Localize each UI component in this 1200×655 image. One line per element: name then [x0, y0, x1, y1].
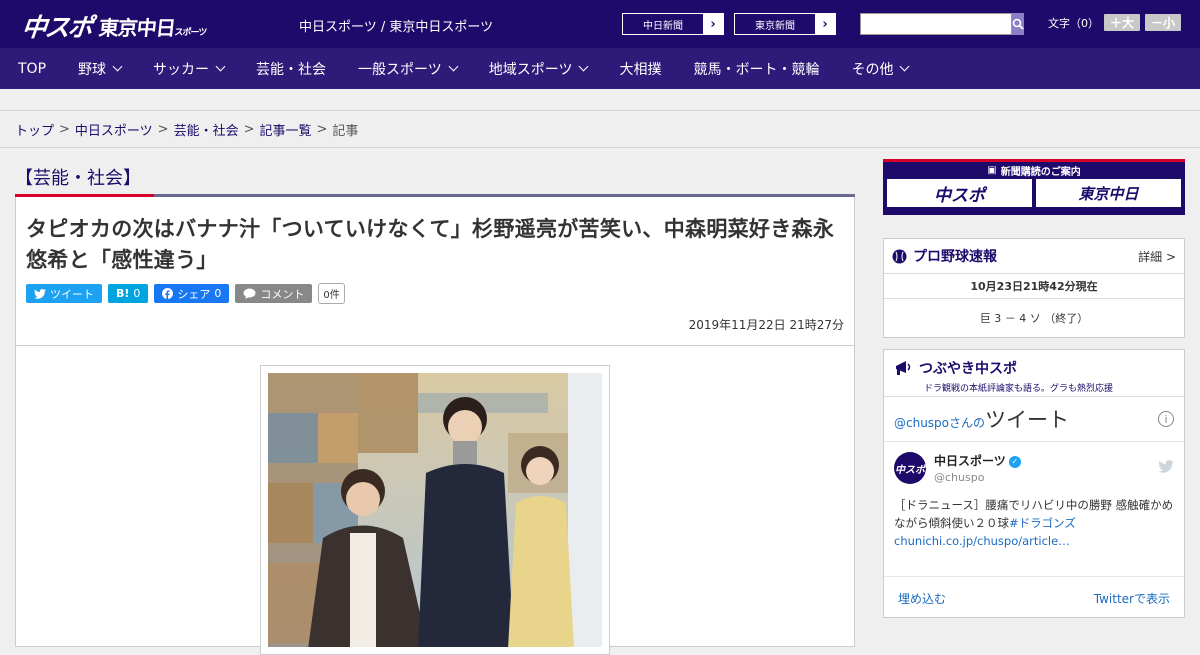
chevron-down-icon [448, 61, 459, 72]
breadcrumb-article-list[interactable]: 記事一覧 [260, 120, 312, 139]
tweet-button[interactable]: ツイート [26, 284, 102, 303]
comment-button[interactable]: コメント [235, 284, 313, 303]
subscription-logos: 中スポ 東京中日 [883, 179, 1185, 207]
subscription-head: ▣ 新聞購読のご案内 [987, 165, 1081, 178]
breadcrumb: トップ > 中日スポーツ > 芸能・社会 > 記事一覧 > 記事 [0, 111, 1200, 148]
tsubuyaki-title: つぶやき中スポ [919, 361, 1017, 377]
nav-item-local-sports[interactable]: 地域スポーツ [489, 59, 589, 79]
chevron-right-icon: › [703, 14, 723, 34]
site-logo[interactable]: 中スポ 東京中日スポーツ [20, 8, 207, 44]
embed-title: ツイート [985, 408, 1070, 432]
search-icon [1012, 18, 1024, 30]
nav-item-entertainment[interactable]: 芸能・社会 [256, 59, 326, 79]
nav-item-baseball[interactable]: 野球 [78, 59, 123, 79]
baseball-score[interactable]: 巨 3 － 4 ソ （終了） [884, 299, 1184, 337]
sidebar: ▣ 新聞購読のご案内 中スポ 東京中日 プロ野球速報 詳細 > 10月23日21… [883, 159, 1185, 618]
embed-link[interactable]: 埋め込む [898, 590, 946, 607]
baseball-title: プロ野球速報 [913, 249, 997, 265]
nav-item-racing[interactable]: 競馬・ボート・競輪 [693, 59, 819, 79]
subscription-banner[interactable]: ▣ 新聞購読のご案内 中スポ 東京中日 [883, 159, 1185, 215]
chevron-right-icon: › [815, 14, 835, 34]
photo-illustration [268, 373, 602, 647]
facebook-icon [162, 288, 174, 299]
font-size-down-button[interactable]: －小 [1145, 14, 1182, 31]
avatar[interactable]: 中スポ [894, 452, 926, 484]
article-headline: タピオカの次はバナナ汁「ついていけなくて」杉野遥亮が苦笑い、中森明菜好き森永悠希… [26, 217, 835, 272]
baseball-score-panel: プロ野球速報 詳細 > 10月23日21時42分現在 巨 3 － 4 ソ （終了… [883, 238, 1185, 338]
article-category: 【芸能・社会】 [15, 159, 855, 197]
search-box [860, 13, 1024, 35]
spacer [0, 89, 1200, 110]
subscribe-chuspo-logo[interactable]: 中スポ [887, 179, 1032, 207]
view-on-twitter-link[interactable]: Twitterで表示 [1094, 590, 1170, 607]
tweet-hashtag[interactable]: #ドラゴンズ [1009, 516, 1076, 530]
tweet-link[interactable]: chunichi.co.jp/chuspo/article… [894, 534, 1070, 548]
twitter-panel-head: つぶやき中スポ ドラ観戦の本紙評論家も語る。グラも熱烈応援 [884, 350, 1184, 397]
font-size-label: 文字（0） [1048, 16, 1099, 30]
breadcrumb-entertainment[interactable]: 芸能・社会 [174, 120, 239, 139]
article: タピオカの次はバナナ汁「ついていけなくて」杉野遥亮が苦笑い、中森明菜好き森永悠希… [15, 197, 855, 655]
twitter-bird-icon[interactable] [1158, 459, 1174, 477]
site-title[interactable]: 中日スポーツ / 東京中日スポーツ [299, 16, 493, 35]
megaphone-icon [896, 361, 911, 375]
baseball-update-time: 10月23日21時42分現在 [884, 274, 1184, 299]
breadcrumb-top[interactable]: トップ [15, 120, 54, 139]
hatena-icon: B! [116, 287, 130, 300]
baseball-panel-head: プロ野球速報 詳細 > [884, 239, 1184, 274]
font-size-control: 文字（0） ＋大 －小 [1048, 14, 1182, 31]
hatena-bookmark-button[interactable]: B! 0 [108, 284, 149, 303]
font-size-up-button[interactable]: ＋大 [1104, 14, 1141, 31]
comment-count: 0件 [318, 283, 345, 304]
nav-item-other[interactable]: その他 [851, 59, 910, 79]
tweet-handle[interactable]: @chuspo [934, 471, 1021, 484]
info-icon[interactable]: i [1158, 411, 1174, 427]
subscribe-tokyo-chunichi-logo[interactable]: 東京中日 [1036, 179, 1181, 207]
search-input[interactable] [860, 13, 1012, 35]
article-date: 2019年11月22日 21時27分 [16, 304, 854, 346]
tweet-user: 中スポ 中日スポーツ ✓ @chuspo [894, 452, 1174, 484]
baseball-icon [892, 249, 907, 263]
nav-item-top[interactable]: TOP [18, 61, 46, 77]
photo-image [268, 373, 602, 647]
nav-item-soccer[interactable]: サッカー [153, 59, 226, 79]
share-buttons: ツイート B! 0 シェア 0 コメント 0件 [16, 276, 854, 304]
logo-tokyo-chunichi: 東京中日スポーツ [97, 15, 207, 40]
chevron-down-icon [900, 61, 910, 72]
newspaper-icon: ▣ [987, 165, 997, 176]
tweet: 中スポ 中日スポーツ ✓ @chuspo ［ドラニュース］腰痛でリハビリ中の勝野 … [884, 442, 1184, 560]
article-photo[interactable] [260, 365, 610, 655]
photo-area [16, 346, 854, 655]
breadcrumb-chuspo[interactable]: 中日スポーツ [75, 120, 153, 139]
site-header: 中スポ 東京中日スポーツ 中日スポーツ / 東京中日スポーツ 中日新聞 › 東京… [0, 0, 1200, 48]
chevron-down-icon [579, 61, 589, 72]
twitter-embed-footer: 埋め込む Twitterで表示 [884, 576, 1184, 620]
breadcrumb-current: 記事 [332, 123, 359, 139]
main-content: 【芸能・社会】 タピオカの次はバナナ汁「ついていけなくて」杉野遥亮が苦笑い、中森… [15, 159, 855, 655]
tweet-text: ［ドラニュース］腰痛でリハビリ中の勝野 感触確かめながら傾斜使い２０球#ドラゴン… [894, 498, 1174, 548]
baseball-more-link[interactable]: 詳細 > [1138, 248, 1176, 265]
chevron-down-icon [112, 61, 123, 72]
nav-item-sumo[interactable]: 大相撲 [619, 59, 661, 79]
chunichi-shimbun-link[interactable]: 中日新聞 › [622, 13, 724, 35]
facebook-share-button[interactable]: シェア 0 [154, 284, 230, 303]
verified-icon: ✓ [1008, 455, 1021, 468]
tsubuyaki-subtitle: ドラ観戦の本紙評論家も語る。グラも熱烈応援 [924, 384, 1114, 394]
embed-user[interactable]: @chuspoさんの [894, 416, 985, 430]
logo-chuspo: 中スポ [20, 13, 93, 42]
tweet-user-name[interactable]: 中日スポーツ [934, 454, 1006, 468]
comment-icon [243, 288, 256, 299]
search-button[interactable] [1012, 13, 1024, 35]
tokyo-shimbun-link[interactable]: 東京新聞 › [734, 13, 836, 35]
nav-item-general-sports[interactable]: 一般スポーツ [358, 59, 459, 79]
twitter-icon [34, 288, 46, 299]
chevron-down-icon [215, 61, 226, 72]
main-nav: TOP 野球 サッカー 芸能・社会 一般スポーツ 地域スポーツ 大相撲 競馬・ボ… [0, 48, 1200, 89]
twitter-embed-head: @chuspoさんのツイート i [884, 397, 1184, 442]
twitter-panel: つぶやき中スポ ドラ観戦の本紙評論家も語る。グラも熱烈応援 @chuspoさんの… [883, 349, 1185, 618]
